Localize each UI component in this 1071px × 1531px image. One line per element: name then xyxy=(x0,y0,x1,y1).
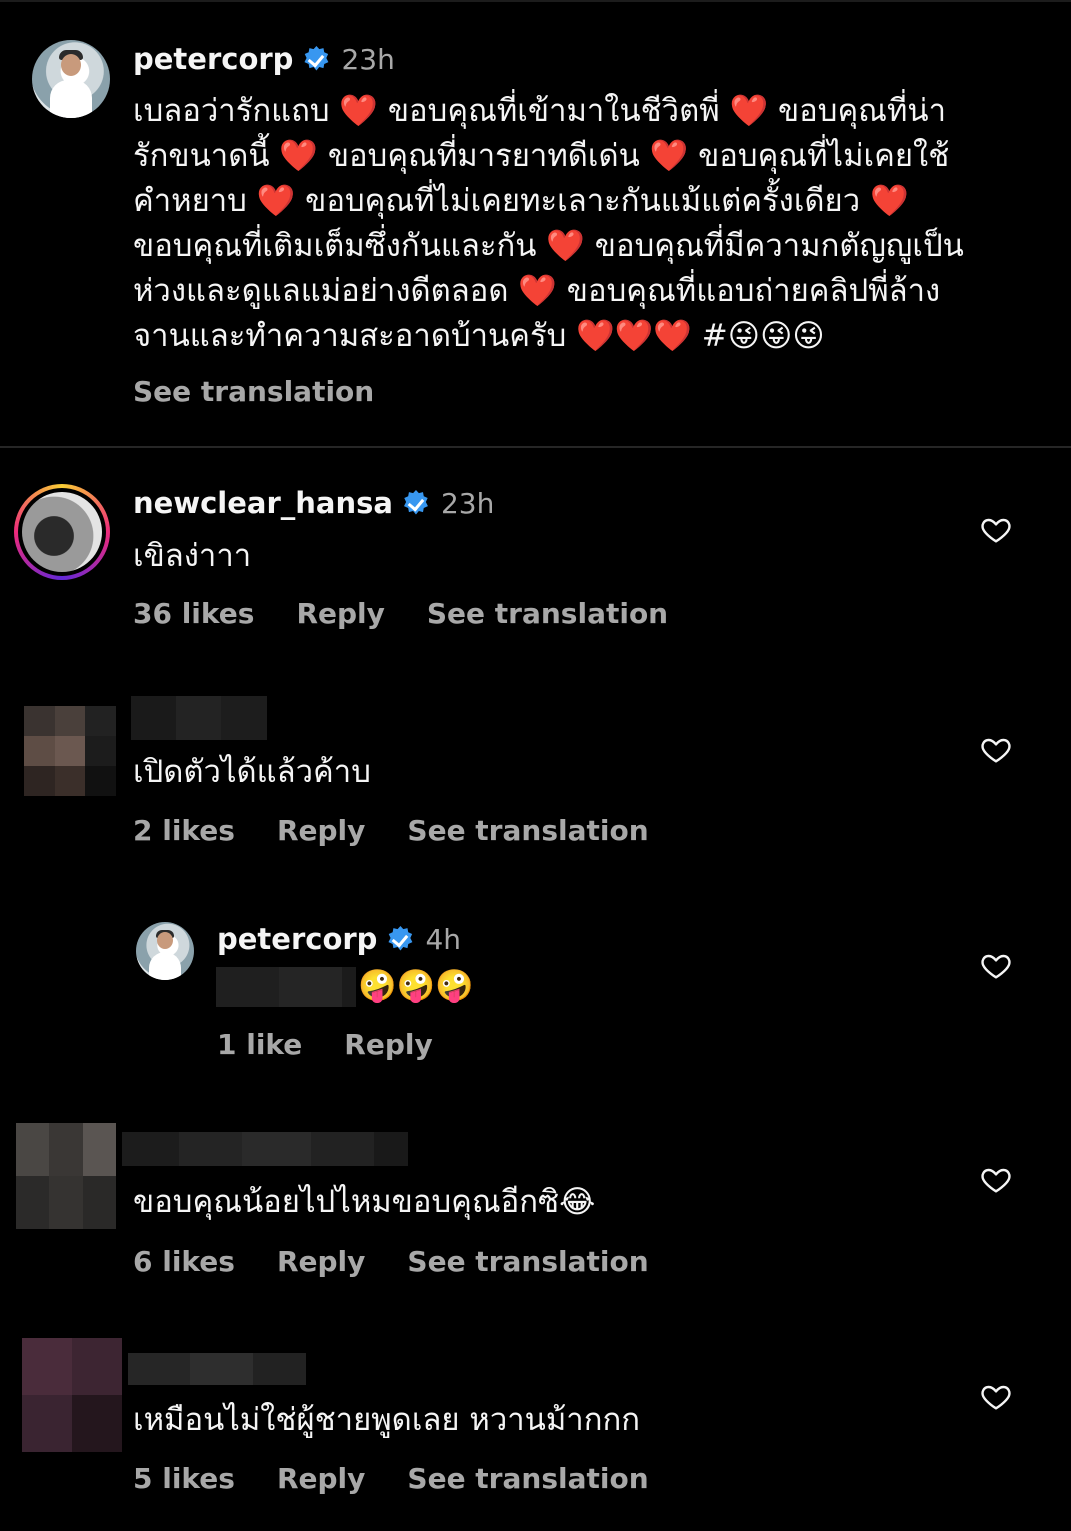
reply-time: 4h xyxy=(425,922,461,956)
caption-line: ห่วงและดูแลแม่อย่างดีตลอด ❤️ ขอบคุณที่แอ… xyxy=(133,273,941,309)
comment-actions: 2 likes Reply See translation xyxy=(133,814,649,847)
like-count[interactable]: 6 likes xyxy=(133,1245,235,1278)
caption-line: คำหยาบ ❤️ ขอบคุณที่ไม่เคยทะเลาะกันแม้แต่… xyxy=(133,183,909,219)
redacted-avatar[interactable] xyxy=(22,1338,122,1452)
comment-text: เปิดตัวได้แล้วค้าบ xyxy=(133,754,371,790)
verified-badge-icon xyxy=(404,490,428,515)
heart-icon[interactable] xyxy=(980,514,1012,546)
redacted-mention xyxy=(216,967,356,1007)
redacted-username xyxy=(128,1353,306,1385)
reply-username[interactable]: petercorp xyxy=(217,922,377,956)
caption-text: เบลอว่ารักแถบ ❤️ ขอบคุณที่เข้ามาในชีวิตพ… xyxy=(133,89,1053,359)
reply-header: petercorp 4h xyxy=(217,921,461,957)
newclear-hansa-avatar[interactable] xyxy=(14,484,110,580)
comments-screen: petercorp 23h เบลอว่ารักแถบ ❤️ ขอบคุณที่… xyxy=(0,0,1071,1531)
redacted-username xyxy=(131,696,267,740)
like-count[interactable]: 5 likes xyxy=(133,1462,235,1495)
caption-username[interactable]: petercorp xyxy=(133,42,293,76)
heart-icon[interactable] xyxy=(980,734,1012,766)
redacted-username xyxy=(122,1132,408,1166)
reply-text: 🤪🤪🤪 xyxy=(358,968,474,1004)
reply-button[interactable]: Reply xyxy=(277,1462,365,1495)
comment-text: ขอบคุณน้อยไปไหมขอบคุณอีกซิ😂 xyxy=(133,1184,596,1220)
petercorp-avatar[interactable] xyxy=(32,40,110,118)
see-translation-button[interactable]: See translation xyxy=(427,597,668,630)
comment-username[interactable]: newclear_hansa xyxy=(133,486,393,520)
heart-icon[interactable] xyxy=(980,1164,1012,1196)
like-count[interactable]: 2 likes xyxy=(133,814,235,847)
comment-header: newclear_hansa 23h xyxy=(133,484,494,522)
top-divider xyxy=(0,0,1071,2)
caption-line: จานและทำความสะอาดบ้านครับ ❤️❤️❤️ #😜😜😜 xyxy=(133,318,825,354)
caption-line: เบลอว่ารักแถบ ❤️ ขอบคุณที่เข้ามาในชีวิตพ… xyxy=(133,93,946,129)
see-translation-button[interactable]: See translation xyxy=(407,1245,648,1278)
caption-header: petercorp 23h xyxy=(133,40,395,78)
reply-button[interactable]: Reply xyxy=(277,1245,365,1278)
heart-icon[interactable] xyxy=(980,1381,1012,1413)
reply-button[interactable]: Reply xyxy=(344,1028,432,1061)
comment-time: 23h xyxy=(440,486,495,520)
comment-text: เหมือนไม่ใช่ผู้ชายพูดเลย หวานม้ากกก xyxy=(133,1402,641,1438)
caption-time: 23h xyxy=(341,42,395,76)
reply-actions: 1 like Reply xyxy=(217,1028,433,1061)
petercorp-reply-avatar[interactable] xyxy=(136,922,194,980)
like-count[interactable]: 36 likes xyxy=(133,597,254,630)
caption-line: รักขนาดนี้ ❤️ ขอบคุณที่มารยาทดีเด่น ❤️ ข… xyxy=(133,138,950,174)
caption-divider xyxy=(0,446,1071,448)
verified-badge-icon xyxy=(388,926,413,951)
comment-actions: 5 likes Reply See translation xyxy=(133,1462,649,1495)
comment-actions: 6 likes Reply See translation xyxy=(133,1245,649,1278)
comment-actions: 36 likes Reply See translation xyxy=(133,597,668,630)
see-translation-button[interactable]: See translation xyxy=(407,814,648,847)
redacted-avatar[interactable] xyxy=(24,706,116,796)
heart-icon[interactable] xyxy=(980,950,1012,982)
reply-button[interactable]: Reply xyxy=(277,814,365,847)
see-translation-button[interactable]: See translation xyxy=(407,1462,648,1495)
comment-text: เขิลง่าาา xyxy=(133,538,252,574)
like-count[interactable]: 1 like xyxy=(217,1028,302,1061)
caption-line: ขอบคุณที่เติมเต็มซึ่งกันและกัน ❤️ ขอบคุณ… xyxy=(133,228,964,264)
caption-see-translation[interactable]: See translation xyxy=(133,375,374,408)
redacted-avatar[interactable] xyxy=(16,1123,116,1229)
verified-badge-icon xyxy=(304,46,329,71)
reply-button[interactable]: Reply xyxy=(296,597,384,630)
